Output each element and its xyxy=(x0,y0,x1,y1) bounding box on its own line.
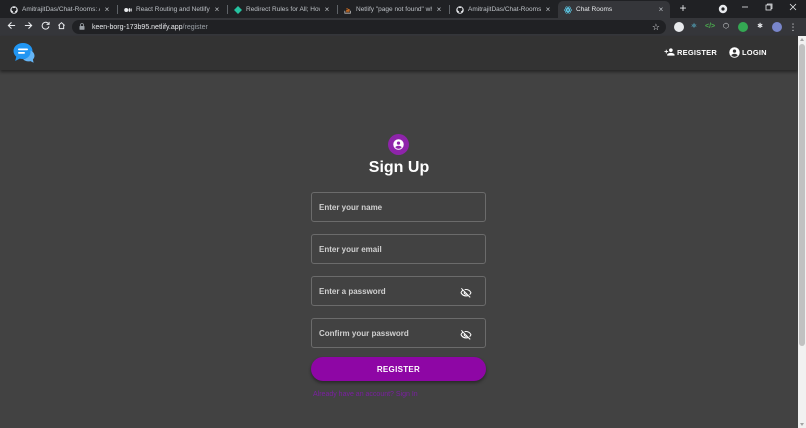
extension-settings-icon[interactable] xyxy=(674,22,684,32)
tab-title: AmitrajitDas/Chat-Rooms: A xyxy=(22,6,100,13)
react-devtools-icon[interactable]: ⚛ xyxy=(689,22,699,32)
app-header: REGISTER LOGIN xyxy=(0,36,798,70)
netlify-icon xyxy=(234,5,242,14)
page-title: Sign Up xyxy=(368,159,430,176)
email-field[interactable] xyxy=(311,234,486,264)
tab-title: Netlify "page not found" wh xyxy=(356,6,432,13)
green-extension-icon[interactable] xyxy=(738,22,748,32)
visibility-off-icon[interactable] xyxy=(460,328,472,340)
close-icon[interactable]: × xyxy=(656,5,666,14)
box-extension-icon[interactable]: ⬡ xyxy=(721,22,731,32)
github-icon xyxy=(456,5,464,14)
bookmark-star-icon[interactable]: ☆ xyxy=(652,20,660,34)
url-host: keen-borg-173b95.netlify.app xyxy=(92,23,183,31)
restore-icon[interactable] xyxy=(759,2,779,16)
close-icon[interactable]: × xyxy=(102,5,112,14)
register-nav-label: REGISTER xyxy=(677,47,717,57)
puzzle-extensions-icon[interactable]: ✱ xyxy=(755,22,765,32)
visibility-off-icon[interactable] xyxy=(460,286,472,298)
page-content: REGISTER LOGIN Sign Up REGISTER Already … xyxy=(0,36,798,428)
browser-tab-2[interactable]: React Routing and Netlify R × xyxy=(118,1,226,18)
tab-title: Redirect Rules for All; How xyxy=(246,6,320,13)
signin-link[interactable]: Already have an account? Sign In xyxy=(313,391,418,398)
browser-toolbar: keen-borg-173b95.netlify.app/register ☆ … xyxy=(0,18,806,36)
url-path: /register xyxy=(182,23,208,31)
kebab-menu-icon[interactable]: ⋮ xyxy=(788,22,798,32)
register-submit-button[interactable]: REGISTER xyxy=(311,357,486,381)
browser-tab-1[interactable]: AmitrajitDas/Chat-Rooms: A × xyxy=(4,1,116,18)
lock-icon xyxy=(79,22,87,32)
name-field[interactable] xyxy=(311,192,486,222)
reload-icon[interactable] xyxy=(38,20,52,34)
browser-tab-active[interactable]: Chat Rooms × xyxy=(558,1,670,18)
register-nav-link[interactable]: REGISTER xyxy=(664,45,717,59)
browser-tab-3[interactable]: Redirect Rules for All; How × xyxy=(228,1,336,18)
minimize-icon[interactable] xyxy=(735,2,755,16)
name-input[interactable] xyxy=(312,193,485,221)
profile-menu-icon[interactable] xyxy=(713,2,733,16)
close-icon[interactable]: × xyxy=(434,5,444,14)
scroll-up-icon[interactable] xyxy=(800,38,804,41)
account-avatar-icon xyxy=(388,134,409,155)
tab-title: React Routing and Netlify R xyxy=(136,6,210,13)
new-tab-button[interactable]: + xyxy=(676,2,690,16)
login-nav-link[interactable]: LOGIN xyxy=(729,45,767,59)
stackoverflow-icon xyxy=(344,6,352,14)
page-scrollbar[interactable] xyxy=(798,36,806,428)
window-close-icon[interactable] xyxy=(783,2,803,16)
back-arrow-icon[interactable] xyxy=(4,20,18,34)
person-add-icon xyxy=(664,48,675,56)
login-nav-label: LOGIN xyxy=(742,47,767,57)
github-icon xyxy=(10,5,18,14)
tab-title: Chat Rooms xyxy=(576,6,613,13)
code-extension-icon[interactable]: </> xyxy=(705,22,715,32)
home-icon[interactable] xyxy=(54,20,68,34)
chat-logo-icon[interactable] xyxy=(12,42,36,64)
address-bar[interactable]: keen-borg-173b95.netlify.app/register ☆ xyxy=(72,20,666,34)
forward-arrow-icon[interactable] xyxy=(21,20,35,34)
close-icon[interactable]: × xyxy=(543,5,553,14)
browser-tab-5[interactable]: AmitrajitDas/Chat-Rooms: A × xyxy=(450,1,557,18)
close-icon[interactable]: × xyxy=(212,5,222,14)
email-input[interactable] xyxy=(312,235,485,263)
profile-avatar-icon[interactable] xyxy=(772,22,782,32)
medium-icon xyxy=(124,6,132,14)
account-circle-icon xyxy=(729,46,740,58)
scrollbar-thumb[interactable] xyxy=(799,44,805,346)
scroll-down-icon[interactable] xyxy=(800,423,804,426)
tab-title: AmitrajitDas/Chat-Rooms: A xyxy=(468,6,541,13)
browser-tab-strip: AmitrajitDas/Chat-Rooms: A × React Routi… xyxy=(0,0,806,18)
confirm-password-field[interactable] xyxy=(311,318,486,348)
react-icon xyxy=(564,6,572,14)
browser-tab-4[interactable]: Netlify "page not found" wh × xyxy=(338,1,448,18)
close-icon[interactable]: × xyxy=(322,5,332,14)
password-field[interactable] xyxy=(311,276,486,306)
